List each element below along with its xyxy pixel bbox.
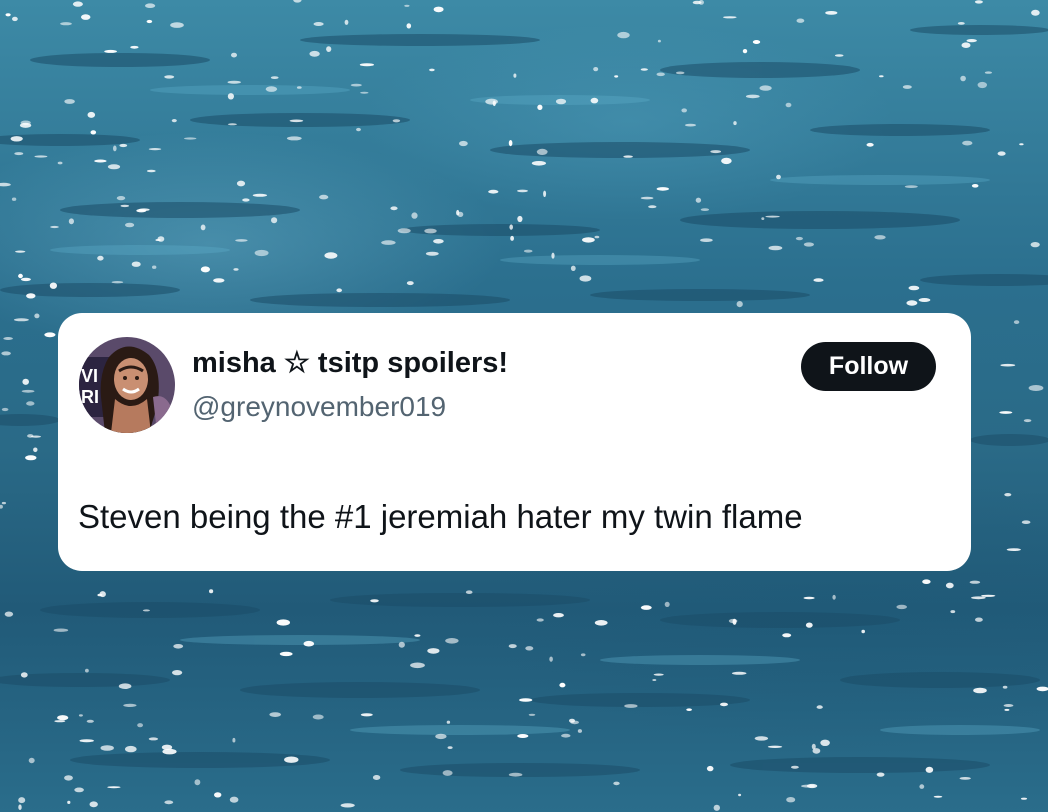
profile-photo: VI RI bbox=[79, 337, 175, 433]
avatar[interactable]: VI RI bbox=[79, 337, 175, 433]
svg-text:RI: RI bbox=[81, 387, 99, 407]
follow-button[interactable]: Follow bbox=[801, 342, 936, 391]
svg-text:VI: VI bbox=[81, 366, 98, 386]
display-name[interactable]: misha ☆ tsitp spoilers! bbox=[192, 345, 508, 381]
tweet-text: Steven being the #1 jeremiah hater my tw… bbox=[78, 498, 803, 535]
user-handle[interactable]: @greynovember019 bbox=[192, 389, 446, 425]
water-background: VI RI misha ☆ tsitp spoilers! @greynovem… bbox=[0, 0, 1048, 812]
